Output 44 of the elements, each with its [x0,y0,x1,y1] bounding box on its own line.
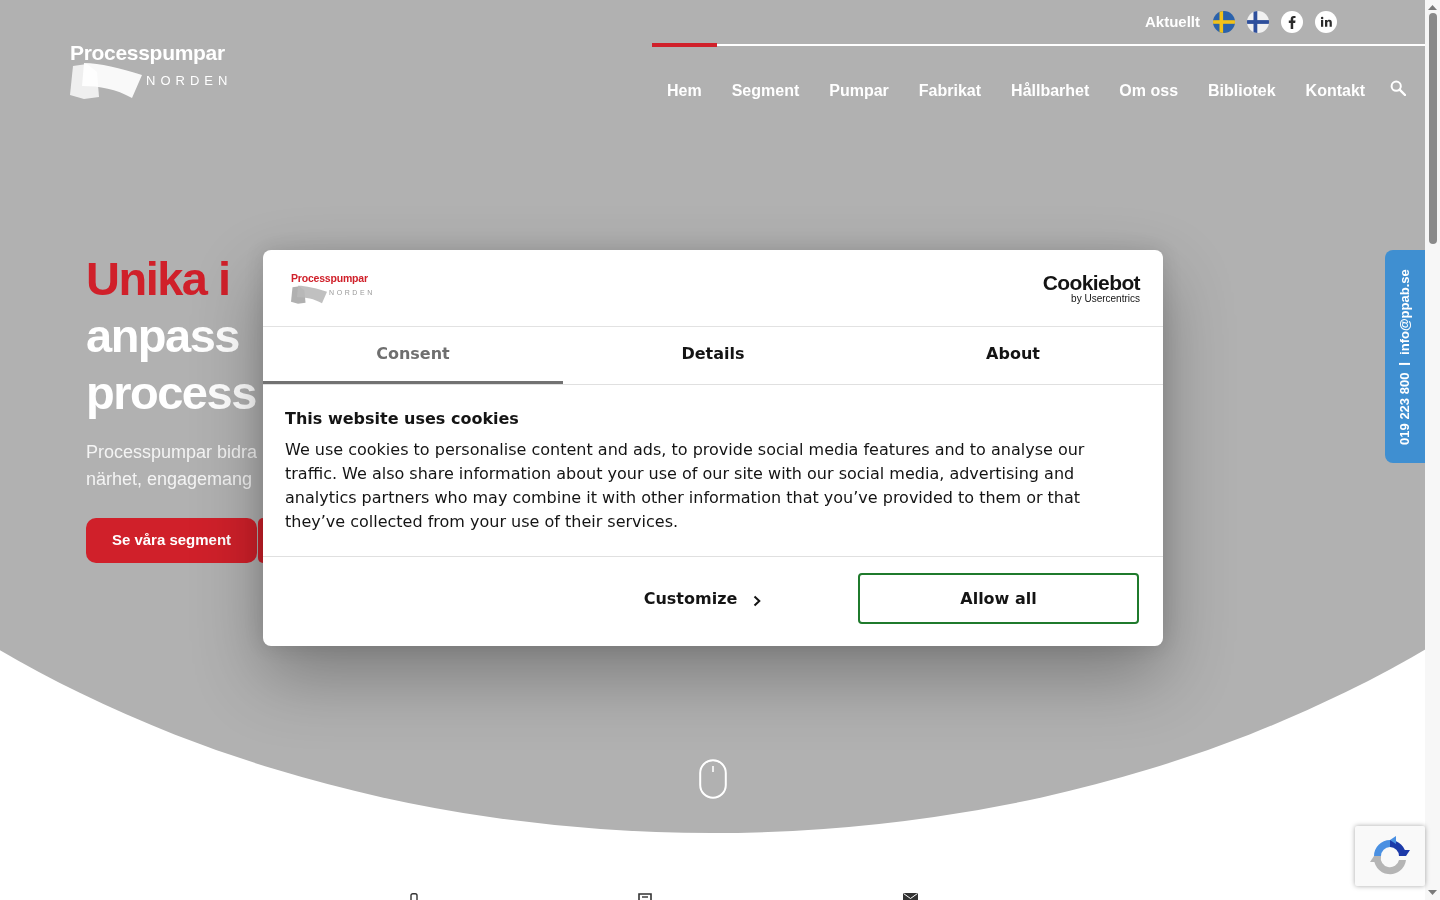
chevron-right-icon[interactable] [753,594,762,607]
covered-button[interactable] [258,518,263,563]
headline-text: process [86,365,256,421]
dialog-heading: This website uses cookies [285,409,520,429]
email-link[interactable]: info@ppab.se [1397,268,1413,355]
allow-all-button[interactable]: Allow all [858,573,1139,624]
scrollbar-thumb[interactable] [1428,13,1437,244]
phone-icon [410,893,418,900]
headline-text: anpass [86,308,239,364]
headline-text: Unika i [86,251,230,307]
brand-wordmark: Cookiebot [1042,272,1140,293]
logo-wordmark: Processpumpar [70,43,226,63]
intro-text: Processpumpar bidra [86,441,258,464]
scroll-up-arrow-icon[interactable] [1428,5,1437,10]
finland-flag-icon[interactable] [1247,11,1269,33]
linkedin-icon[interactable] [1315,11,1337,33]
search-icon[interactable] [1390,80,1407,96]
phone-link[interactable]: 019 223 800 [1397,372,1413,445]
segments-button[interactable]: Se våra segment [86,518,257,563]
nav-link[interactable]: Fabrikat [903,43,997,102]
logo-tagline: NORDEN [146,74,233,88]
nav-link[interactable]: Bibliotek [1193,43,1291,102]
dialog-tab[interactable]: Consent [263,327,563,384]
envelope-icon [903,893,918,900]
scroll-down-arrow-icon[interactable] [1428,890,1437,895]
logo-shape-icon [291,284,327,304]
nav-link[interactable]: Segment [716,43,815,102]
nav-link[interactable]: Om oss [1104,43,1194,102]
nav-link[interactable]: Pumpar [814,43,904,102]
logo-shape-icon [70,62,142,99]
circular-arrows-icon [1370,836,1410,876]
logo-wordmark: Processpumpar [291,272,369,284]
scrollbar-track[interactable] [1425,0,1440,900]
brand-tagline: by Usercentrics [1071,292,1140,304]
mouse-icon[interactable] [698,759,727,799]
nav-link[interactable]: Hållbarhet [996,43,1105,102]
facebook-icon[interactable] [1281,11,1303,33]
fax-icon [638,893,652,900]
dialog-text: We use cookies to personalise content and ads, to provide social media features and to analyse our traffic. We also share information about your use of our site with our social media, advertising and analytics partners who may combine it with other information that you’ve provided to them or that they’ve collected from your use of their services. [285,439,1086,533]
nav-link[interactable]: Kontakt [1290,43,1381,102]
sweden-flag-icon[interactable] [1213,11,1235,33]
nav-link[interactable]: Hem [652,43,717,102]
intro-text: närhet, engagemang [86,468,253,491]
news-link[interactable]: Aktuellt [1145,10,1200,34]
